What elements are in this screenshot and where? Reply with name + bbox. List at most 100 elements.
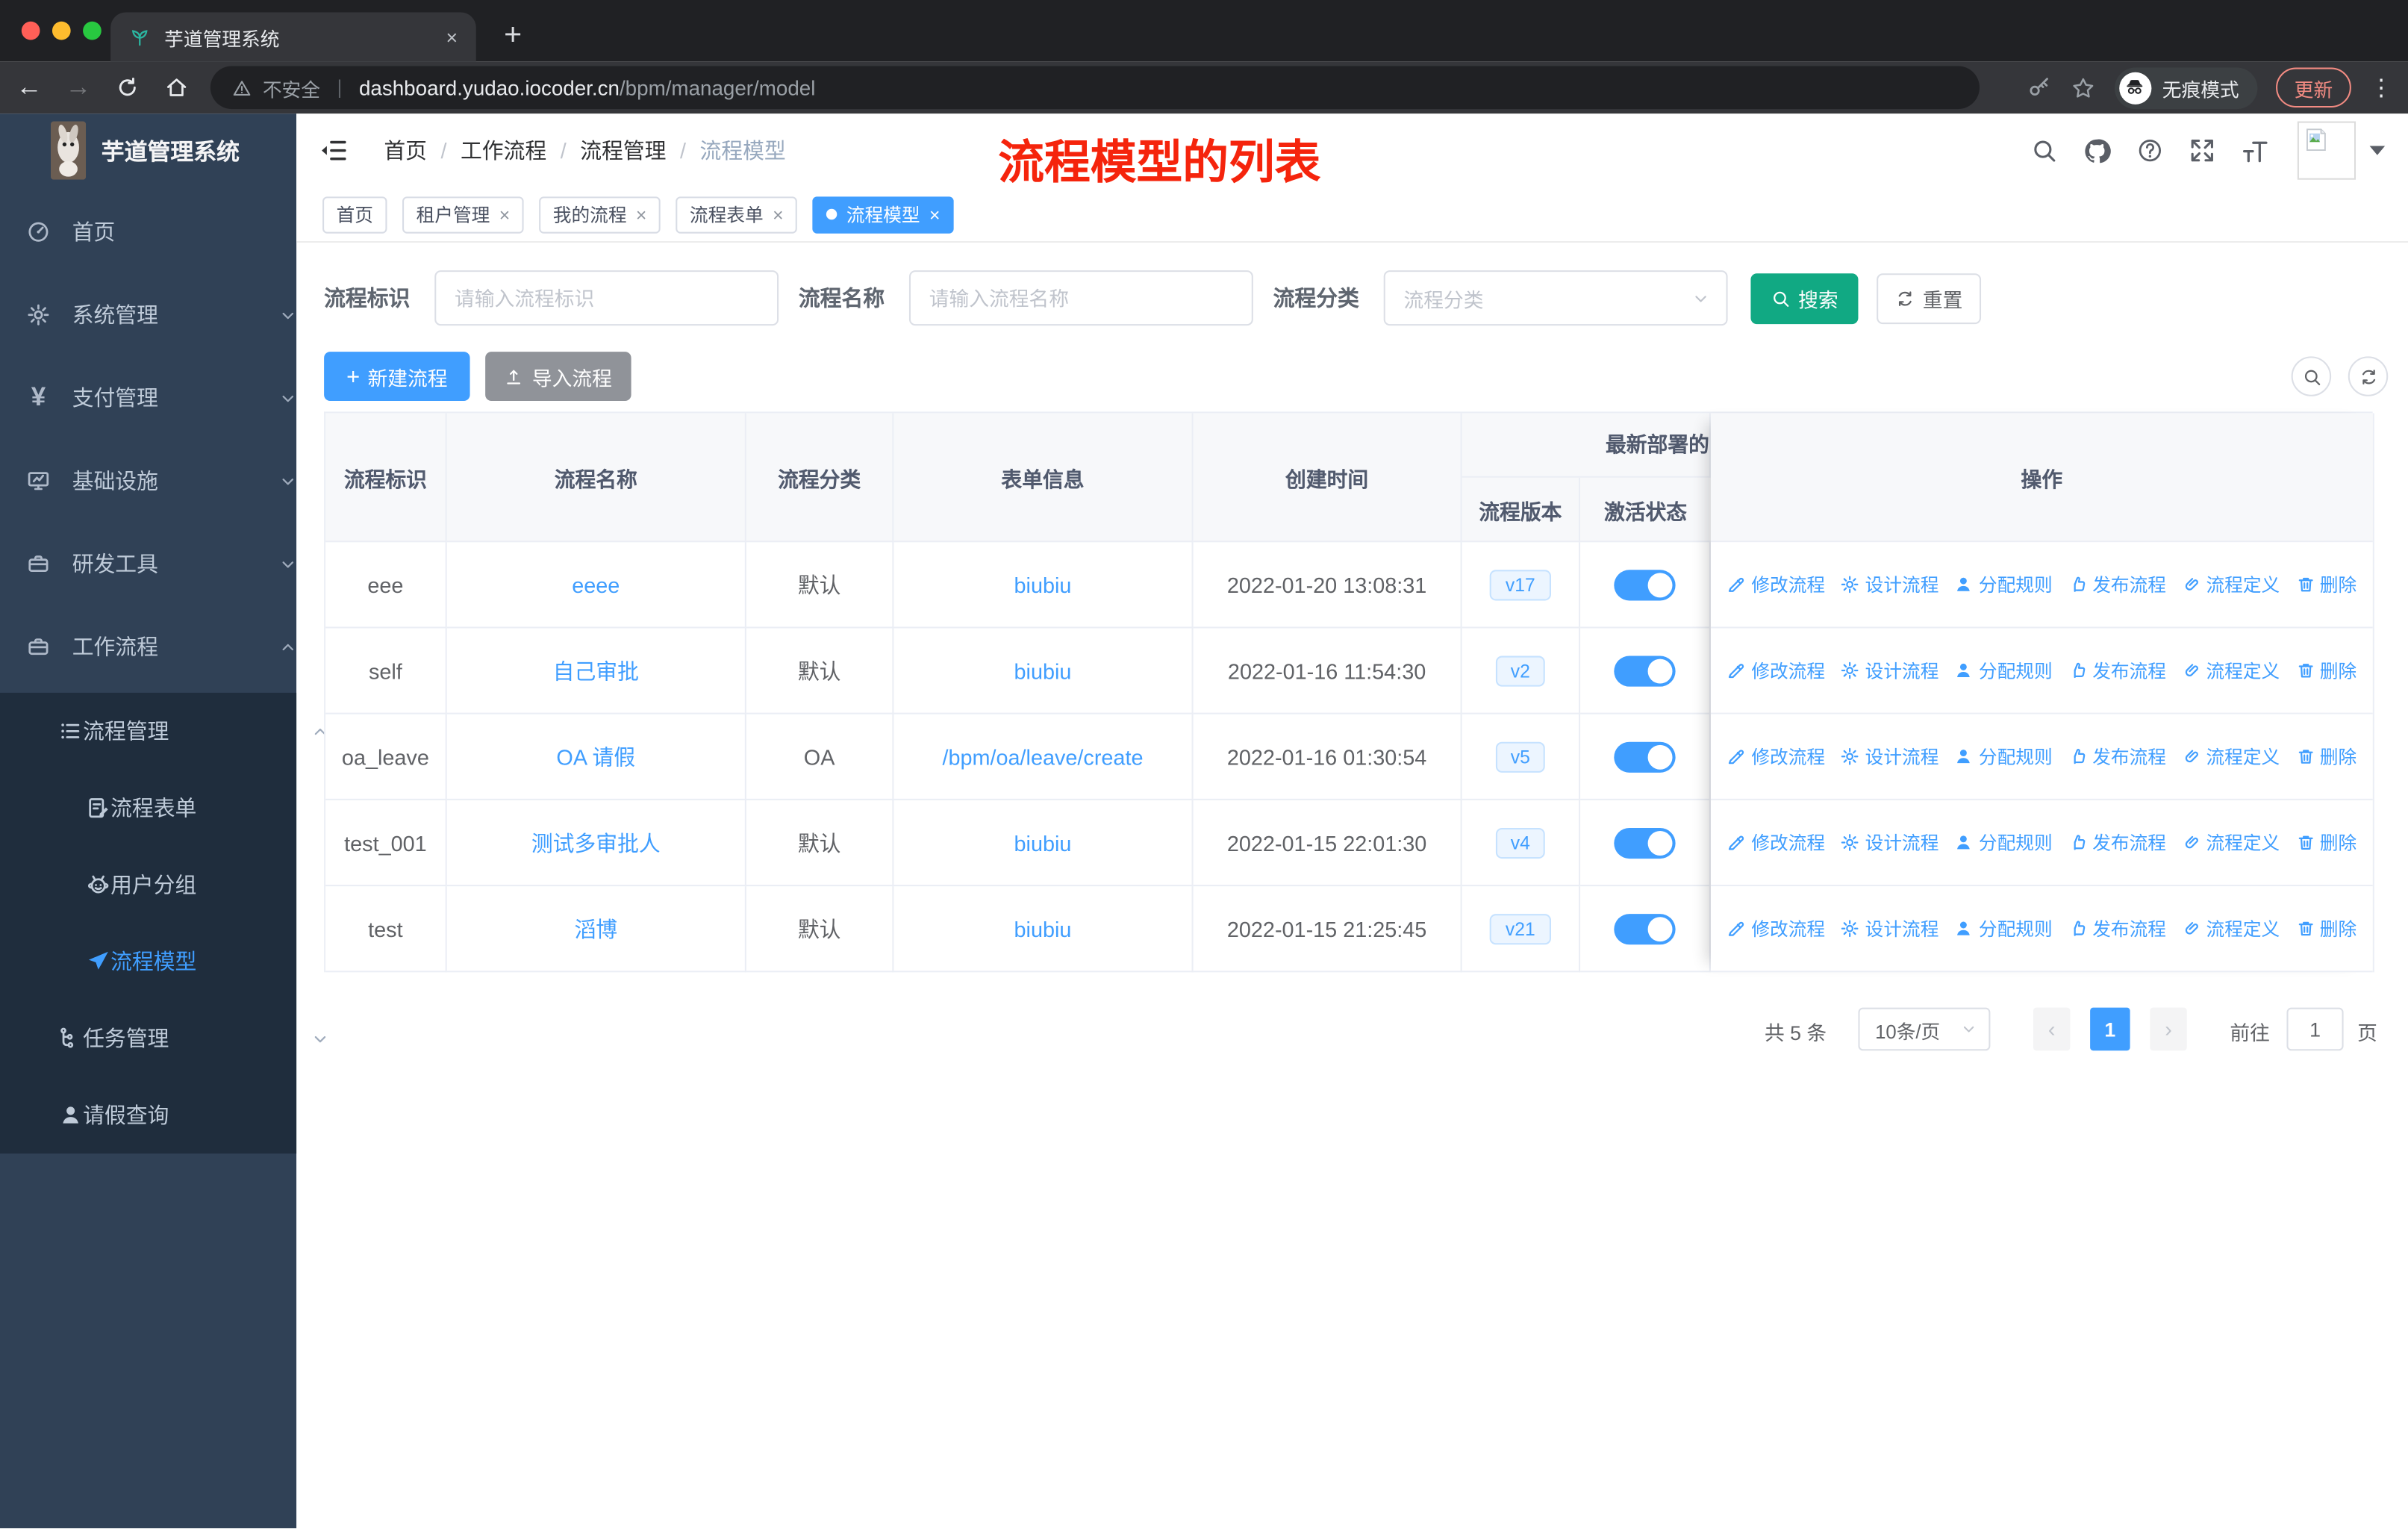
sidebar-item-system[interactable]: 系统管理 xyxy=(0,273,322,356)
action-design-model[interactable]: 设计流程 xyxy=(1841,658,1938,684)
action-publish-model[interactable]: 发布流程 xyxy=(2068,915,2166,941)
reload-button[interactable] xyxy=(107,61,147,113)
action-assign-rule[interactable]: 分配规则 xyxy=(1954,915,2053,941)
action-edit-model[interactable]: 修改流程 xyxy=(1727,829,1825,856)
action-assign-rule[interactable]: 分配规则 xyxy=(1954,829,2053,856)
import-model-button[interactable]: 导入流程 xyxy=(485,352,631,401)
form-link[interactable]: biubiu xyxy=(1014,916,1072,941)
sidebar-item-task-management[interactable]: 任务管理 xyxy=(0,1000,355,1077)
prev-page-button[interactable]: ‹ xyxy=(2033,1007,2071,1051)
next-page-button[interactable]: › xyxy=(2150,1007,2187,1051)
model-name-link[interactable]: 测试多审批人 xyxy=(531,827,661,858)
tag-home[interactable]: 首页 xyxy=(322,196,387,233)
action-design-model[interactable]: 设计流程 xyxy=(1841,571,1938,597)
version-badge[interactable]: v5 xyxy=(1495,741,1546,772)
action-assign-rule[interactable]: 分配规则 xyxy=(1954,571,2053,597)
current-page-button[interactable]: 1 xyxy=(2090,1007,2130,1051)
action-design-model[interactable]: 设计流程 xyxy=(1841,915,1938,941)
refresh-table-button[interactable] xyxy=(2348,356,2389,396)
sidebar-item-devtools[interactable]: 研发工具 xyxy=(0,523,322,605)
action-publish-model[interactable]: 发布流程 xyxy=(2068,829,2166,856)
home-button[interactable] xyxy=(157,61,196,113)
sidebar-item-leave-query[interactable]: 请假查询 xyxy=(0,1077,355,1153)
forward-button[interactable]: → xyxy=(58,61,98,113)
category-select[interactable]: 流程分类 xyxy=(1383,270,1728,326)
tag-my-process[interactable]: 我的流程 × xyxy=(539,196,661,233)
sidebar-fold-icon[interactable] xyxy=(318,135,349,166)
breadcrumb-process-management[interactable]: 流程管理 xyxy=(580,135,666,166)
browser-menu-icon[interactable]: ⋮ xyxy=(2370,74,2393,102)
action-delete-model[interactable]: 删除 xyxy=(2295,658,2356,684)
new-tab-button[interactable]: + xyxy=(491,14,534,57)
page-size-select[interactable]: 10条/页 xyxy=(1858,1007,1991,1051)
action-edit-model[interactable]: 修改流程 xyxy=(1727,744,1825,770)
close-window-button[interactable] xyxy=(21,21,40,40)
action-publish-model[interactable]: 发布流程 xyxy=(2068,571,2166,597)
model-name-link[interactable]: OA 请假 xyxy=(556,741,635,772)
sidebar-item-infrastructure[interactable]: 基础设施 xyxy=(0,439,322,522)
model-name-input[interactable] xyxy=(908,270,1253,326)
key-icon[interactable] xyxy=(2027,75,2052,100)
form-link[interactable]: biubiu xyxy=(1014,572,1072,597)
breadcrumb-home[interactable]: 首页 xyxy=(384,135,427,166)
action-design-model[interactable]: 设计流程 xyxy=(1841,829,1938,856)
back-button[interactable]: ← xyxy=(9,61,49,113)
avatar-caret-down-icon[interactable] xyxy=(2369,146,2386,155)
action-assign-rule[interactable]: 分配规则 xyxy=(1954,744,2053,770)
action-delete-model[interactable]: 删除 xyxy=(2295,571,2356,597)
sidebar-item-payment[interactable]: ¥ 支付管理 xyxy=(0,356,322,439)
action-publish-model[interactable]: 发布流程 xyxy=(2068,658,2166,684)
action-delete-model[interactable]: 删除 xyxy=(2295,829,2356,856)
model-name-link[interactable]: 自己审批 xyxy=(553,655,639,685)
active-toggle[interactable] xyxy=(1614,569,1676,600)
fullscreen-icon[interactable] xyxy=(2189,137,2216,164)
action-assign-rule[interactable]: 分配规则 xyxy=(1954,658,2053,684)
action-process-definition[interactable]: 流程定义 xyxy=(2182,658,2280,684)
active-toggle[interactable] xyxy=(1614,826,1676,859)
url-host[interactable]: dashboard.yudao.iocoder.cn xyxy=(359,76,620,99)
goto-page-input[interactable] xyxy=(2286,1007,2344,1051)
show-search-toggle-button[interactable] xyxy=(2291,356,2332,396)
tag-process-model-active[interactable]: 流程模型 × xyxy=(812,196,954,233)
user-avatar[interactable] xyxy=(2297,121,2356,180)
close-icon[interactable]: × xyxy=(636,204,646,225)
action-process-definition[interactable]: 流程定义 xyxy=(2182,915,2280,941)
action-edit-model[interactable]: 修改流程 xyxy=(1727,658,1825,684)
model-name-link[interactable]: eeee xyxy=(572,572,620,597)
close-icon[interactable]: × xyxy=(499,204,510,225)
tab-close-icon[interactable]: × xyxy=(446,25,458,49)
security-label[interactable]: 不安全 xyxy=(263,73,320,102)
active-toggle[interactable] xyxy=(1614,741,1676,772)
action-edit-model[interactable]: 修改流程 xyxy=(1727,915,1825,941)
model-name-link[interactable]: 滔博 xyxy=(574,913,617,944)
zoom-window-button[interactable] xyxy=(83,21,102,40)
action-edit-model[interactable]: 修改流程 xyxy=(1727,571,1825,597)
close-icon[interactable]: × xyxy=(929,204,940,225)
action-process-definition[interactable]: 流程定义 xyxy=(2182,571,2280,597)
version-badge[interactable]: v17 xyxy=(1490,569,1551,600)
active-toggle[interactable] xyxy=(1614,655,1676,686)
sidebar-item-workflow[interactable]: 工作流程 xyxy=(0,605,322,688)
version-badge[interactable]: v2 xyxy=(1495,655,1546,686)
window-controls[interactable] xyxy=(21,21,102,40)
create-model-button[interactable]: + 新建流程 xyxy=(324,352,470,401)
action-design-model[interactable]: 设计流程 xyxy=(1841,744,1938,770)
action-process-definition[interactable]: 流程定义 xyxy=(2182,829,2280,856)
github-icon[interactable] xyxy=(2083,136,2112,165)
form-link[interactable]: biubiu xyxy=(1014,830,1072,855)
search-icon[interactable] xyxy=(2030,137,2058,164)
help-icon[interactable] xyxy=(2136,137,2164,164)
action-delete-model[interactable]: 删除 xyxy=(2295,744,2356,770)
tag-process-form[interactable]: 流程表单 × xyxy=(676,196,798,233)
address-bar[interactable]: 不安全 | dashboard.yudao.iocoder.cn/bpm/man… xyxy=(210,66,1980,110)
bookmark-star-icon[interactable] xyxy=(2070,75,2096,101)
active-toggle[interactable] xyxy=(1614,913,1676,944)
action-delete-model[interactable]: 删除 xyxy=(2295,915,2356,941)
version-badge[interactable]: v21 xyxy=(1490,913,1551,944)
action-publish-model[interactable]: 发布流程 xyxy=(2068,744,2166,770)
reset-button[interactable]: 重置 xyxy=(1877,273,1982,325)
version-badge[interactable]: v4 xyxy=(1495,826,1546,859)
search-button[interactable]: 搜索 xyxy=(1750,273,1859,325)
url-path[interactable]: /bpm/manager/model xyxy=(620,76,815,99)
form-link[interactable]: /bpm/oa/leave/create xyxy=(942,744,1143,769)
